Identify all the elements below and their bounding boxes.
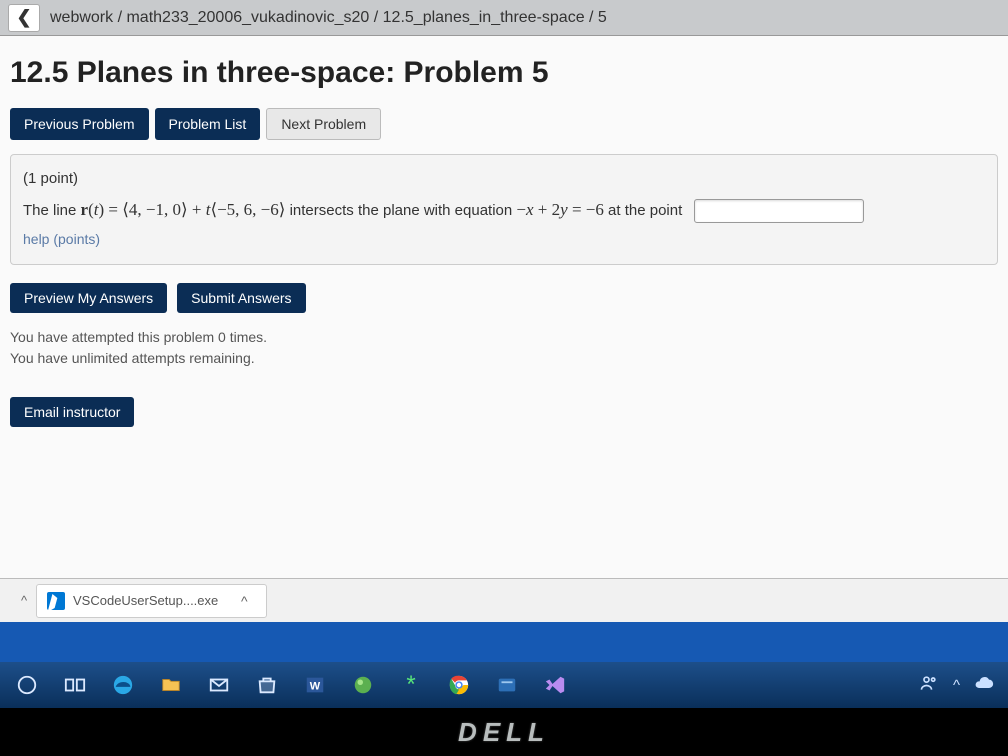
edge-icon[interactable]: [110, 672, 136, 698]
asterisk-icon[interactable]: *: [398, 672, 424, 698]
math-line-def: r(t) = ⟨4, −1, 0⟩ + t⟨−5, 6, −6⟩: [81, 200, 286, 219]
app-icon[interactable]: [494, 672, 520, 698]
chevron-up-icon[interactable]: ^: [12, 593, 36, 608]
problem-text-post: at the point: [608, 202, 682, 219]
email-row: Email instructor: [10, 397, 998, 427]
browser-bar: ❮ webwork / math233_20006_vukadinovic_s2…: [0, 0, 1008, 36]
people-icon[interactable]: [919, 673, 939, 697]
preview-answers-button[interactable]: Preview My Answers: [10, 283, 167, 313]
problem-text-mid: intersects the plane with equation: [290, 202, 517, 219]
system-tray: ^: [919, 673, 994, 697]
windows-taskbar: W * ^: [0, 662, 1008, 708]
download-filename: VSCodeUserSetup....exe: [73, 593, 218, 608]
next-problem-button[interactable]: Next Problem: [266, 108, 381, 140]
chrome-icon[interactable]: [446, 672, 472, 698]
visual-studio-icon[interactable]: [542, 672, 568, 698]
problem-text-pre: The line: [23, 202, 81, 219]
sphere-icon[interactable]: [350, 672, 376, 698]
file-explorer-icon[interactable]: [158, 672, 184, 698]
laptop-bezel: DELL: [0, 708, 1008, 756]
answer-input[interactable]: [694, 199, 864, 223]
svg-text:W: W: [310, 681, 321, 693]
task-view-icon[interactable]: [62, 672, 88, 698]
cloud-icon[interactable]: [974, 673, 994, 697]
email-instructor-button[interactable]: Email instructor: [10, 397, 134, 427]
page-content: 12.5 Planes in three-space: Problem 5 Pr…: [0, 36, 1008, 622]
tray-chevron-up-icon[interactable]: ^: [953, 677, 960, 694]
problem-list-button[interactable]: Problem List: [155, 108, 261, 140]
download-item[interactable]: VSCodeUserSetup....exe ^: [36, 584, 267, 618]
back-button[interactable]: ❮: [8, 4, 40, 32]
attempt-status: You have attempted this problem 0 times.…: [10, 327, 998, 369]
vscode-icon: [47, 592, 65, 610]
chevron-up-icon: ^: [232, 589, 256, 613]
store-icon[interactable]: [254, 672, 280, 698]
submit-answers-button[interactable]: Submit Answers: [177, 283, 305, 313]
download-bar: ^ VSCodeUserSetup....exe ^: [0, 578, 1008, 622]
dell-logo: DELL: [458, 717, 550, 748]
points-label: (1 point): [23, 165, 985, 194]
attempts-line: You have attempted this problem 0 times.: [10, 327, 998, 348]
previous-problem-button[interactable]: Previous Problem: [10, 108, 149, 140]
problem-nav: Previous Problem Problem List Next Probl…: [10, 108, 998, 140]
cortana-icon[interactable]: [14, 672, 40, 698]
word-icon[interactable]: W: [302, 672, 328, 698]
problem-statement: (1 point) The line r(t) = ⟨4, −1, 0⟩ + t…: [10, 154, 998, 265]
action-row: Preview My Answers Submit Answers: [10, 283, 998, 313]
mail-icon[interactable]: [206, 672, 232, 698]
math-plane-eq: −x + 2y = −6: [516, 200, 603, 219]
desktop-wallpaper: [0, 622, 1008, 662]
breadcrumb: webwork / math233_20006_vukadinovic_s20 …: [50, 9, 607, 27]
chevron-left-icon: ❮: [16, 7, 31, 28]
remaining-line: You have unlimited attempts remaining.: [10, 348, 998, 369]
help-points-link[interactable]: help (points): [23, 231, 100, 247]
page-title: 12.5 Planes in three-space: Problem 5: [10, 56, 998, 90]
